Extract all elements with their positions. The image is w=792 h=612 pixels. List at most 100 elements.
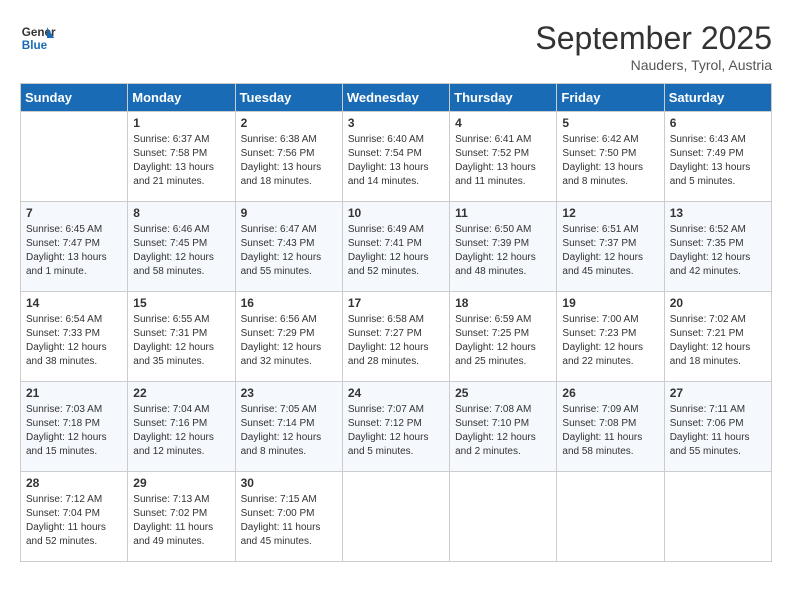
calendar-cell: 10 Sunrise: 6:49 AMSunset: 7:41 PMDayligh… [342, 202, 449, 292]
col-thursday: Thursday [450, 84, 557, 112]
day-info: Sunrise: 6:45 AMSunset: 7:47 PMDaylight:… [26, 223, 122, 279]
calendar-cell: 11 Sunrise: 6:50 AMSunset: 7:39 PMDayligh… [450, 202, 557, 292]
calendar-cell: 8 Sunrise: 6:46 AMSunset: 7:45 PMDaylight… [128, 202, 235, 292]
day-number: 12 [562, 206, 658, 220]
day-number: 20 [670, 296, 766, 310]
svg-text:Blue: Blue [22, 39, 48, 52]
col-saturday: Saturday [664, 84, 771, 112]
day-number: 15 [133, 296, 229, 310]
calendar-cell: 14 Sunrise: 6:54 AMSunset: 7:33 PMDayligh… [21, 292, 128, 382]
day-number: 23 [241, 386, 337, 400]
calendar-cell: 28 Sunrise: 7:12 AMSunset: 7:04 PMDayligh… [21, 472, 128, 562]
day-info: Sunrise: 7:02 AMSunset: 7:21 PMDaylight:… [670, 313, 766, 369]
calendar-cell: 15 Sunrise: 6:55 AMSunset: 7:31 PMDayligh… [128, 292, 235, 382]
calendar-cell: 1 Sunrise: 6:37 AMSunset: 7:58 PMDaylight… [128, 112, 235, 202]
calendar-cell: 3 Sunrise: 6:40 AMSunset: 7:54 PMDaylight… [342, 112, 449, 202]
day-number: 3 [348, 116, 444, 130]
day-info: Sunrise: 6:50 AMSunset: 7:39 PMDaylight:… [455, 223, 551, 279]
calendar-cell [664, 472, 771, 562]
day-info: Sunrise: 6:56 AMSunset: 7:29 PMDaylight:… [241, 313, 337, 369]
day-info: Sunrise: 6:49 AMSunset: 7:41 PMDaylight:… [348, 223, 444, 279]
col-friday: Friday [557, 84, 664, 112]
calendar-cell: 27Sunrise: 7:11 AMSunset: 7:06 PMDayligh… [664, 382, 771, 472]
day-info: Sunrise: 7:07 AMSunset: 7:12 PMDaylight:… [348, 403, 444, 459]
day-info: Sunrise: 7:03 AMSunset: 7:18 PMDaylight:… [26, 403, 122, 459]
day-number: 28 [26, 476, 122, 490]
calendar-cell: 22 Sunrise: 7:04 AMSunset: 7:16 PMDayligh… [128, 382, 235, 472]
calendar-cell: 17 Sunrise: 6:58 AMSunset: 7:27 PMDayligh… [342, 292, 449, 382]
day-info: Sunrise: 7:00 AMSunset: 7:23 PMDaylight:… [562, 313, 658, 369]
day-info: Sunrise: 6:54 AMSunset: 7:33 PMDaylight:… [26, 313, 122, 369]
calendar-cell: 21 Sunrise: 7:03 AMSunset: 7:18 PMDayligh… [21, 382, 128, 472]
day-info: Sunrise: 6:41 AMSunset: 7:52 PMDaylight:… [455, 133, 551, 189]
day-number: 22 [133, 386, 229, 400]
calendar-cell: 5 Sunrise: 6:42 AMSunset: 7:50 PMDaylight… [557, 112, 664, 202]
day-number: 11 [455, 206, 551, 220]
day-info: Sunrise: 6:43 AMSunset: 7:49 PMDaylight:… [670, 133, 766, 189]
day-number: 4 [455, 116, 551, 130]
calendar-week-1: 1 Sunrise: 6:37 AMSunset: 7:58 PMDaylight… [21, 112, 772, 202]
col-wednesday: Wednesday [342, 84, 449, 112]
calendar-cell: 6 Sunrise: 6:43 AMSunset: 7:49 PMDaylight… [664, 112, 771, 202]
day-number: 13 [670, 206, 766, 220]
calendar-week-4: 21 Sunrise: 7:03 AMSunset: 7:18 PMDayligh… [21, 382, 772, 472]
calendar-week-2: 7 Sunrise: 6:45 AMSunset: 7:47 PMDaylight… [21, 202, 772, 292]
calendar-cell [557, 472, 664, 562]
day-info: Sunrise: 6:46 AMSunset: 7:45 PMDaylight:… [133, 223, 229, 279]
calendar-cell: 26Sunrise: 7:09 AMSunset: 7:08 PMDayligh… [557, 382, 664, 472]
day-number: 19 [562, 296, 658, 310]
day-info: Sunrise: 7:12 AMSunset: 7:04 PMDaylight:… [26, 493, 122, 549]
calendar-cell: 13 Sunrise: 6:52 AMSunset: 7:35 PMDayligh… [664, 202, 771, 292]
calendar-cell: 30Sunrise: 7:15 AMSunset: 7:00 PMDayligh… [235, 472, 342, 562]
day-number: 21 [26, 386, 122, 400]
day-info: Sunrise: 6:58 AMSunset: 7:27 PMDaylight:… [348, 313, 444, 369]
day-info: Sunrise: 7:04 AMSunset: 7:16 PMDaylight:… [133, 403, 229, 459]
calendar-cell [450, 472, 557, 562]
day-info: Sunrise: 6:59 AMSunset: 7:25 PMDaylight:… [455, 313, 551, 369]
day-info: Sunrise: 7:11 AMSunset: 7:06 PMDaylight:… [670, 403, 766, 459]
day-info: Sunrise: 6:42 AMSunset: 7:50 PMDaylight:… [562, 133, 658, 189]
day-number: 17 [348, 296, 444, 310]
day-info: Sunrise: 6:52 AMSunset: 7:35 PMDaylight:… [670, 223, 766, 279]
calendar-cell: 2Sunrise: 6:38 AMSunset: 7:56 PMDaylight… [235, 112, 342, 202]
day-info: Sunrise: 7:08 AMSunset: 7:10 PMDaylight:… [455, 403, 551, 459]
col-sunday: Sunday [21, 84, 128, 112]
day-info: Sunrise: 6:55 AMSunset: 7:31 PMDaylight:… [133, 313, 229, 369]
day-number: 6 [670, 116, 766, 130]
day-info: Sunrise: 7:05 AMSunset: 7:14 PMDaylight:… [241, 403, 337, 459]
day-info: Sunrise: 6:40 AMSunset: 7:54 PMDaylight:… [348, 133, 444, 189]
day-number: 29 [133, 476, 229, 490]
day-number: 25 [455, 386, 551, 400]
day-number: 18 [455, 296, 551, 310]
calendar-cell: 16 Sunrise: 6:56 AMSunset: 7:29 PMDayligh… [235, 292, 342, 382]
day-number: 8 [133, 206, 229, 220]
calendar-week-3: 14 Sunrise: 6:54 AMSunset: 7:33 PMDayligh… [21, 292, 772, 382]
col-tuesday: Tuesday [235, 84, 342, 112]
day-number: 10 [348, 206, 444, 220]
day-info: Sunrise: 6:37 AMSunset: 7:58 PMDaylight:… [133, 133, 229, 189]
day-number: 30 [241, 476, 337, 490]
col-monday: Monday [128, 84, 235, 112]
day-number: 5 [562, 116, 658, 130]
page-header: General Blue General Blue September 2025… [20, 20, 772, 73]
calendar-cell: 4 Sunrise: 6:41 AMSunset: 7:52 PMDaylight… [450, 112, 557, 202]
title-block: September 2025 Nauders, Tyrol, Austria [535, 20, 772, 73]
logo-icon: General Blue [20, 20, 56, 56]
day-info: Sunrise: 6:38 AMSunset: 7:56 PMDaylight:… [241, 133, 337, 189]
calendar-cell: 19 Sunrise: 7:00 AMSunset: 7:23 PMDayligh… [557, 292, 664, 382]
calendar-cell: 7 Sunrise: 6:45 AMSunset: 7:47 PMDaylight… [21, 202, 128, 292]
day-number: 7 [26, 206, 122, 220]
day-number: 14 [26, 296, 122, 310]
calendar-cell: 12Sunrise: 6:51 AMSunset: 7:37 PMDayligh… [557, 202, 664, 292]
calendar-cell: 9Sunrise: 6:47 AMSunset: 7:43 PMDaylight… [235, 202, 342, 292]
calendar-cell: 24 Sunrise: 7:07 AMSunset: 7:12 PMDayligh… [342, 382, 449, 472]
day-info: Sunrise: 7:09 AMSunset: 7:08 PMDaylight:… [562, 403, 658, 459]
calendar-cell: 25 Sunrise: 7:08 AMSunset: 7:10 PMDayligh… [450, 382, 557, 472]
day-number: 24 [348, 386, 444, 400]
calendar-cell: 20 Sunrise: 7:02 AMSunset: 7:21 PMDayligh… [664, 292, 771, 382]
day-number: 16 [241, 296, 337, 310]
header-row: Sunday Monday Tuesday Wednesday Thursday… [21, 84, 772, 112]
calendar-cell: 23 Sunrise: 7:05 AMSunset: 7:14 PMDayligh… [235, 382, 342, 472]
month-title: September 2025 [535, 20, 772, 57]
day-number: 1 [133, 116, 229, 130]
